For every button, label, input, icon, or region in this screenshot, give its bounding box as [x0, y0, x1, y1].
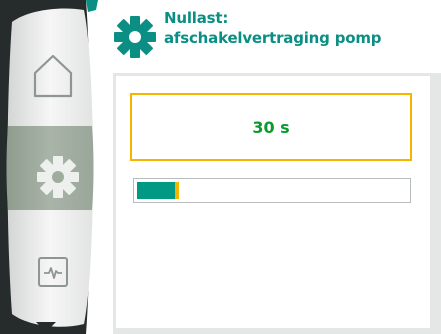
- page-title-line-2: afschakelvertraging pomp: [164, 29, 382, 47]
- home-icon[interactable]: [32, 53, 74, 99]
- gear-icon[interactable]: [35, 154, 81, 200]
- chevron-down-icon[interactable]: [33, 320, 59, 334]
- progress-marker: [175, 182, 179, 199]
- page-title: Nullast: afschakelvertraging pomp: [164, 8, 436, 48]
- value-field[interactable]: 30 s: [130, 93, 412, 161]
- value-text: 30 s: [252, 117, 290, 137]
- gear-icon: [114, 16, 156, 58]
- screen: Nullast: afschakelvertraging pomp 30 s: [0, 0, 441, 334]
- progress-fill: [137, 182, 175, 199]
- value-progress-bar[interactable]: [133, 178, 411, 203]
- page-title-line-1: Nullast:: [164, 9, 229, 27]
- monitor-icon[interactable]: [37, 256, 69, 288]
